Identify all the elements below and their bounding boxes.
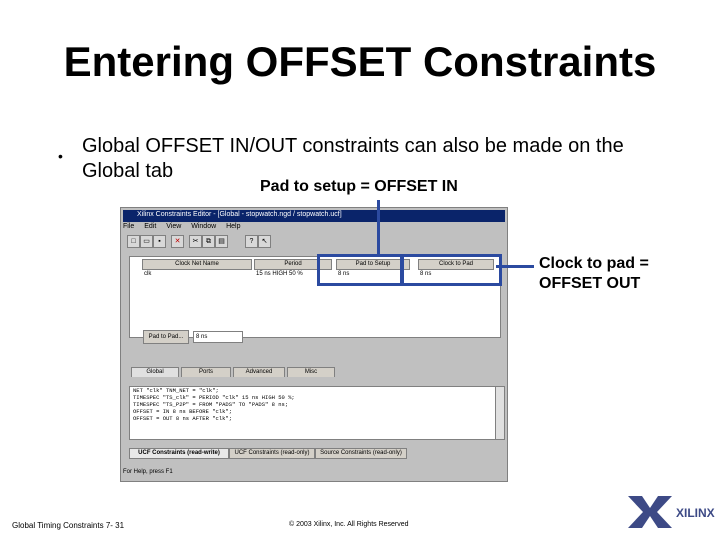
bullet-text: Global OFFSET IN/OUT constraints can als… <box>82 135 624 182</box>
copy-icon[interactable]: ⧉ <box>202 235 215 248</box>
callout-clock-to-pad: Clock to pad = OFFSET OUT <box>539 255 649 292</box>
callout-pad-to-setup: Pad to setup = OFFSET IN <box>260 178 458 195</box>
callout-line-setup <box>377 200 380 255</box>
pad-to-pad-field[interactable]: 8 ns <box>193 331 243 343</box>
constraints-editor-window: Xilinx Constraints Editor - [Global - st… <box>120 207 508 482</box>
toolbar: □ ▭ ▪ ✕ ✂ ⧉ ▤ ? ↖ <box>123 235 505 249</box>
menubar: File Edit View Window Help <box>123 223 249 234</box>
delete-icon[interactable]: ✕ <box>171 235 184 248</box>
context-help-icon[interactable]: ↖ <box>258 235 271 248</box>
footer-copyright: © 2003 Xilinx, Inc. All Rights Reserved <box>289 521 409 528</box>
constraints-text-pane[interactable]: NET "clk" TNM_NET = "clk"; TIMESPEC "TS_… <box>129 386 498 440</box>
highlight-pad-to-setup <box>317 254 403 286</box>
paste-icon[interactable]: ▤ <box>215 235 228 248</box>
highlight-clock-to-pad <box>401 254 502 286</box>
window-titlebar: Xilinx Constraints Editor - [Global - st… <box>123 210 505 222</box>
new-icon[interactable]: □ <box>127 235 140 248</box>
constraint-line: NET "clk" TNM_NET = "clk"; <box>133 387 219 394</box>
menu-edit[interactable]: Edit <box>144 223 156 230</box>
tab-ports[interactable]: Ports <box>181 367 231 377</box>
cell-period[interactable]: 15 ns HIGH 50 % <box>256 270 303 279</box>
bullet-marker: • <box>58 148 63 164</box>
xilinx-logo-mark <box>628 496 672 528</box>
constraint-line: TIMESPEC "TS_P2P" = FROM "PADS" TO "PADS… <box>133 401 289 408</box>
save-icon[interactable]: ▪ <box>153 235 166 248</box>
status-bar: For Help, press F1 <box>123 469 173 475</box>
callout-line-clock-to-pad <box>496 265 534 268</box>
cut-icon[interactable]: ✂ <box>189 235 202 248</box>
tab-ucf-read-only[interactable]: UCF Constraints (read-only) <box>229 448 315 459</box>
tab-ucf-read-write[interactable]: UCF Constraints (read-write) <box>129 448 229 459</box>
menu-help[interactable]: Help <box>226 223 240 230</box>
window-title: Xilinx Constraints Editor - [Global - st… <box>137 211 342 218</box>
slide-title: Entering OFFSET Constraints <box>63 38 657 85</box>
constraint-line: TIMESPEC "TS_clk" = PERIOD "clk" 15 ns H… <box>133 394 295 401</box>
vertical-scrollbar[interactable] <box>495 386 505 440</box>
tab-global[interactable]: Global <box>131 367 179 377</box>
footer-course-label: Global Timing Constraints 7- 31 <box>12 521 125 530</box>
menu-window[interactable]: Window <box>191 223 216 230</box>
constraint-line: OFFSET = OUT 8 ns AFTER "clk"; <box>133 415 233 422</box>
pad-to-pad-button[interactable]: Pad to Pad... <box>143 330 189 344</box>
column-clock-net-name[interactable]: Clock Net Name <box>142 259 252 270</box>
open-icon[interactable]: ▭ <box>140 235 153 248</box>
tab-advanced[interactable]: Advanced <box>233 367 285 377</box>
help-icon[interactable]: ? <box>245 235 258 248</box>
xilinx-logo: XILINX <box>628 496 715 528</box>
tab-source-read-only[interactable]: Source Constraints (read-only) <box>315 448 407 459</box>
cell-clock-net[interactable]: clk <box>144 270 151 279</box>
logo-text: XILINX <box>676 506 715 520</box>
tab-misc[interactable]: Misc <box>287 367 335 377</box>
menu-file[interactable]: File <box>123 223 134 230</box>
menu-view[interactable]: View <box>166 223 181 230</box>
constraint-line: OFFSET = IN 8 ns BEFORE "clk"; <box>133 408 233 415</box>
